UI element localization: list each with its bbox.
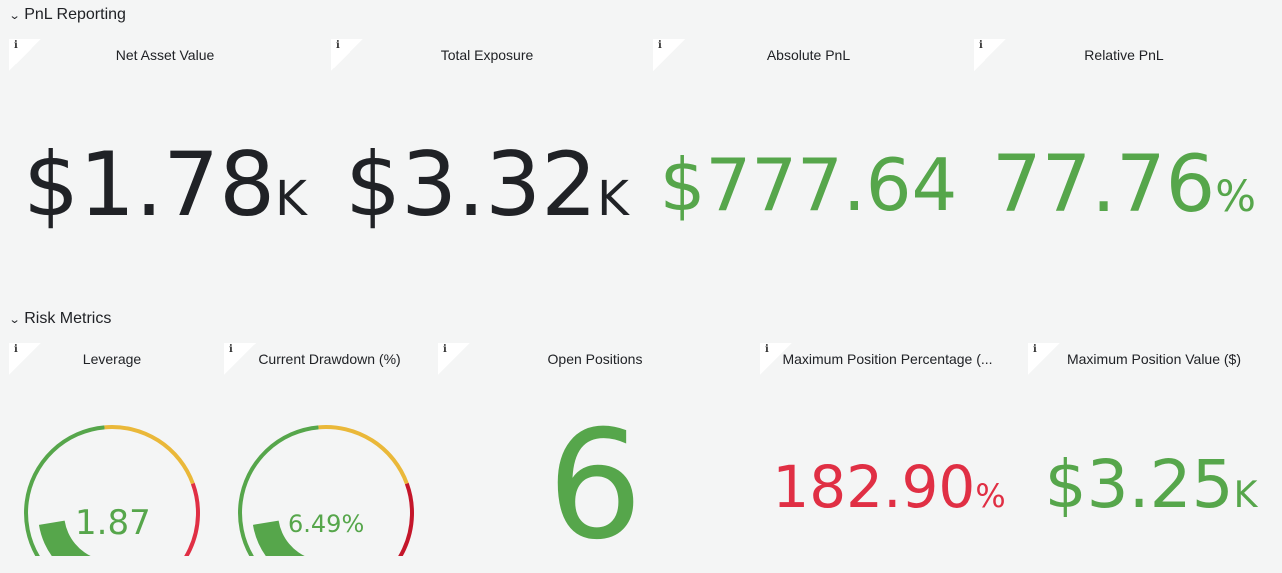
panel-net-asset-value: i Net Asset Value $1.78K: [9, 39, 321, 289]
chevron-down-icon: ⌄: [8, 313, 21, 326]
panel-max-position-value: i Maximum Position Value ($) $3.25K: [1028, 343, 1274, 556]
panel-open-positions: i Open Positions 6: [438, 343, 752, 571]
stat-value: 77.76%: [991, 140, 1257, 230]
panel-relative-pnl: i Relative PnL 77.76%: [974, 39, 1274, 289]
stat-unit: %: [975, 477, 1006, 515]
panel-title[interactable]: Relative PnL: [974, 47, 1274, 63]
stat-value: $3.32K: [345, 133, 629, 236]
panel-total-exposure: i Total Exposure $3.32K: [331, 39, 643, 289]
row-header-risk-metrics[interactable]: ⌄ Risk Metrics: [8, 306, 112, 332]
stat-value: 182.90%: [772, 453, 1006, 521]
stat-unit: K: [1233, 473, 1258, 516]
panel-title[interactable]: Maximum Position Value ($): [1028, 351, 1274, 367]
stat-value: $3.25K: [1044, 446, 1258, 523]
stat-unit: %: [1215, 172, 1257, 222]
threshold-yellow-arc: [104, 425, 195, 485]
panel-title[interactable]: Net Asset Value: [9, 47, 321, 63]
panel-title[interactable]: Open Positions: [438, 351, 752, 367]
stat-value: 6: [547, 399, 643, 573]
row-header-pnl-reporting[interactable]: ⌄ PnL Reporting: [8, 2, 126, 28]
panel-current-drawdown: i Current Drawdown (%) 6.49%: [224, 343, 429, 556]
row-title: Risk Metrics: [24, 310, 112, 327]
panel-absolute-pnl: i Absolute PnL $777.64: [653, 39, 964, 289]
stat-value: $777.64: [659, 143, 958, 227]
stat-unit: K: [275, 171, 307, 227]
row-title: PnL Reporting: [24, 6, 126, 23]
panel-title[interactable]: Absolute PnL: [653, 47, 964, 63]
stat-value: $1.78K: [23, 133, 307, 236]
panel-leverage: i Leverage 1.87: [9, 343, 215, 556]
threshold-yellow-arc: [318, 425, 409, 485]
gauge-value: 1.87: [75, 503, 151, 543]
panel-title[interactable]: Maximum Position Percentage (...: [760, 351, 1018, 367]
chevron-down-icon: ⌄: [8, 9, 21, 22]
panel-max-position-percentage: i Maximum Position Percentage (... 182.9…: [760, 343, 1018, 556]
panel-title[interactable]: Total Exposure: [331, 47, 643, 63]
stat-unit: K: [597, 171, 629, 227]
gauge-value: 6.49%: [288, 510, 365, 538]
